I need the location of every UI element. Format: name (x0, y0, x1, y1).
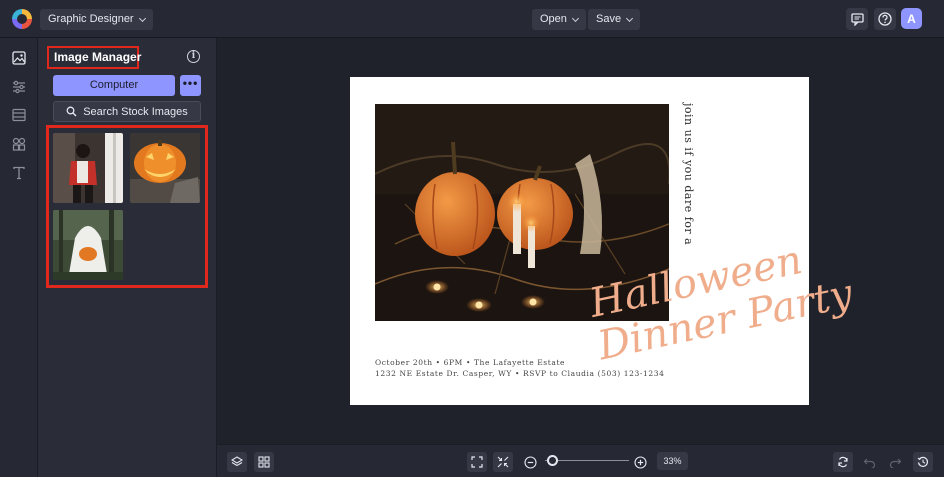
design-card[interactable]: join us if you dare for a Halloween Dinn… (350, 77, 857, 405)
more-options-button[interactable]: ••• (180, 75, 201, 96)
refresh-icon (838, 456, 848, 468)
zoom-in-button[interactable] (630, 452, 650, 472)
text-tool-button[interactable] (10, 164, 28, 182)
search-stock-label: Search Stock Images (83, 105, 188, 118)
grid-view-button[interactable] (254, 452, 274, 472)
avatar[interactable]: A (901, 8, 922, 29)
history-button[interactable] (913, 452, 933, 472)
tool-rail (0, 38, 38, 477)
chevron-down-icon (626, 14, 634, 22)
grid-icon (258, 456, 270, 468)
chevron-down-icon (138, 14, 146, 22)
zoom-out-icon (523, 455, 537, 469)
thumbnail-jack-o-lantern[interactable] (130, 133, 200, 203)
help-button[interactable] (874, 8, 896, 30)
app-menu-label: Graphic Designer (48, 13, 134, 25)
computer-upload-button[interactable]: Computer (53, 75, 175, 96)
app-logo[interactable] (12, 9, 32, 29)
shrink-icon (497, 456, 509, 468)
refresh-button[interactable] (833, 452, 853, 472)
graphics-tool-button[interactable] (10, 135, 28, 153)
open-button[interactable]: Open (532, 9, 586, 30)
thumbnail-image (130, 133, 200, 203)
chevron-down-icon (571, 14, 579, 22)
graphics-icon (12, 137, 26, 151)
info-icon[interactable]: i (187, 50, 200, 63)
redo-icon (889, 458, 901, 468)
zoom-out-button[interactable] (520, 452, 540, 472)
layers-button[interactable] (227, 452, 247, 472)
text-icon (13, 166, 25, 180)
expand-icon (471, 456, 483, 468)
image-gallery (46, 125, 208, 288)
adjust-icon (13, 80, 25, 94)
search-stock-images-button[interactable]: Search Stock Images (53, 101, 201, 122)
zoom-in-icon (633, 455, 647, 469)
event-details-line-1[interactable]: October 20th • 6PM • The Lafayette Estat… (375, 358, 565, 367)
top-bar: Graphic Designer Open Save A (0, 0, 944, 38)
image-icon (12, 51, 26, 65)
panel-title: Image Manager (47, 46, 141, 69)
thumbnail-ghost-pumpkin[interactable] (53, 210, 123, 280)
open-label: Open (540, 13, 567, 25)
layout-tool-button[interactable] (10, 106, 28, 124)
invitation-intro-text[interactable]: join us if you dare for a (682, 103, 695, 245)
redo-button[interactable] (885, 452, 905, 472)
image-tool-button[interactable] (10, 49, 28, 67)
undo-icon (863, 458, 875, 468)
comment-button[interactable] (846, 8, 868, 30)
save-button[interactable]: Save (588, 9, 641, 30)
history-icon (917, 456, 929, 467)
event-details-line-2[interactable]: 1232 NE Estate Dr. Casper, WY • RSVP to … (375, 369, 665, 378)
save-label: Save (596, 13, 622, 25)
comment-icon (850, 12, 864, 26)
layers-icon (231, 456, 243, 467)
search-icon (66, 106, 77, 117)
app-menu-button[interactable]: Graphic Designer (40, 9, 153, 30)
undo-button[interactable] (859, 452, 879, 472)
image-manager-panel: Image Manager i Computer ••• Search Stoc… (38, 38, 217, 477)
thumbnail-woman-red-jacket[interactable] (53, 133, 123, 203)
thumbnail-image (53, 133, 123, 203)
zoom-percent-readout[interactable]: 33% (657, 452, 688, 470)
fit-to-screen-button[interactable] (467, 452, 487, 472)
shrink-button[interactable] (493, 452, 513, 472)
thumbnail-image (53, 210, 123, 280)
layout-icon (12, 108, 26, 122)
help-icon (878, 12, 892, 26)
adjust-tool-button[interactable] (10, 78, 28, 96)
